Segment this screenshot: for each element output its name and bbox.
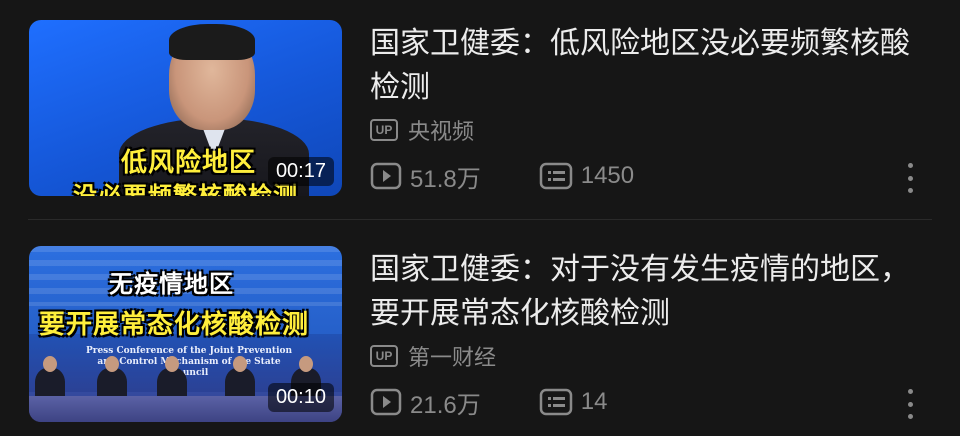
video-stats: 51.8万 1450 (370, 156, 930, 196)
play-icon (370, 388, 402, 416)
comments-count: 1450 (580, 162, 635, 189)
uploader-row[interactable]: UP 央视频 (370, 114, 930, 146)
video-info: 国家卫健委：对于没有发生疫情的地区，要开展常态化核酸检测 UP 第一财经 (370, 248, 930, 372)
thumbnail-caption-line1: 无疫情地区 (109, 270, 234, 298)
views-count: 51.8万 (410, 165, 481, 193)
video-info: 国家卫健委：低风险地区没必要频繁核酸检测 UP 央视频 (370, 22, 930, 146)
up-badge-icon: UP (370, 119, 398, 141)
thumbnail-caption-line2: 要开展常态化核酸检测 (39, 310, 310, 340)
list-divider (28, 219, 932, 220)
comment-icon (539, 388, 572, 416)
views-stat: 21.6万 (370, 385, 481, 420)
up-badge-icon: UP (370, 345, 398, 367)
thumbnail-speaker-hair (169, 24, 255, 60)
video-item[interactable]: Press Conference of the Joint Prevention… (0, 226, 960, 426)
video-thumbnail[interactable]: Press Conference of the Joint Prevention… (29, 246, 342, 422)
views-stat: 51.8万 (370, 159, 481, 194)
video-stats: 21.6万 14 (370, 382, 930, 422)
uploader-name[interactable]: 第一财经 (408, 340, 496, 372)
play-icon (370, 162, 402, 190)
video-item[interactable]: 低风险地区 没必要频繁核酸检测 00:17 国家卫健委：低风险地区没必要频繁核酸… (0, 0, 960, 200)
more-vertical-icon[interactable] (898, 389, 922, 419)
video-duration: 00:10 (267, 383, 334, 412)
video-duration: 00:17 (267, 157, 334, 186)
uploader-name[interactable]: 央视频 (408, 114, 474, 146)
comments-stat: 1450 (539, 162, 634, 190)
more-vertical-icon[interactable] (898, 163, 922, 193)
video-title[interactable]: 国家卫健委：对于没有发生疫情的地区，要开展常态化核酸检测 (370, 248, 930, 336)
comments-count: 14 (580, 388, 608, 415)
video-title[interactable]: 国家卫健委：低风险地区没必要频繁核酸检测 (370, 22, 930, 110)
video-list: 低风险地区 没必要频繁核酸检测 00:17 国家卫健委：低风险地区没必要频繁核酸… (0, 0, 960, 436)
comment-icon (539, 162, 572, 190)
thumbnail-caption-line2: 没必要频繁核酸检测 (73, 182, 298, 196)
views-count: 21.6万 (410, 391, 481, 419)
uploader-row[interactable]: UP 第一财经 (370, 340, 930, 372)
comments-stat: 14 (539, 388, 608, 416)
video-thumbnail[interactable]: 低风险地区 没必要频繁核酸检测 00:17 (29, 20, 342, 196)
thumbnail-caption-line1: 低风险地区 (121, 148, 257, 178)
